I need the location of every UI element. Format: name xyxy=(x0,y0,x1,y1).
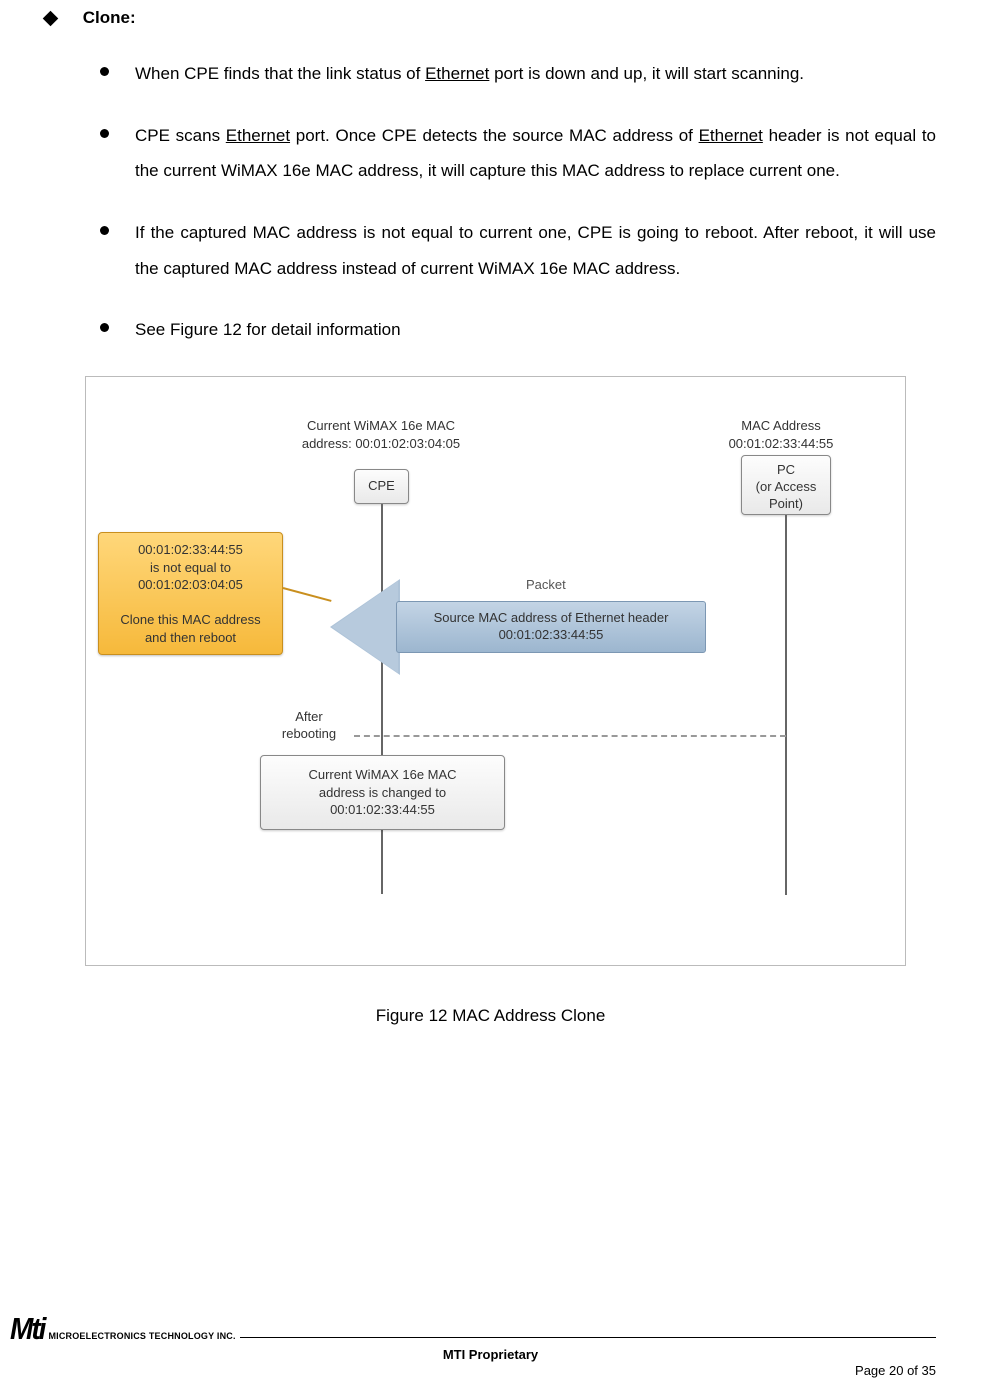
bullet-item: When CPE finds that the link status of E… xyxy=(45,56,936,92)
packet-label: Packet xyxy=(526,577,566,592)
result-mac-box: Current WiMAX 16e MAC address is changed… xyxy=(260,755,505,830)
bullet-item: If the captured MAC address is not equal… xyxy=(45,215,936,286)
after-reboot-label: After rebooting xyxy=(264,709,354,743)
cpe-box: CPE xyxy=(354,469,409,504)
figure-diagram: Current WiMAX 16e MAC address: 00:01:02:… xyxy=(85,376,906,966)
callout-connector xyxy=(283,587,332,602)
text: CPE scans xyxy=(135,126,226,145)
packet-arrow-body: Source MAC address of Ethernet header 00… xyxy=(396,601,706,653)
pc-lifeline xyxy=(785,515,787,895)
underline-text: Ethernet xyxy=(425,64,489,83)
text: See Figure 12 for detail information xyxy=(135,320,401,339)
pc-mac-label: MAC Address 00:01:02:33:44:55 xyxy=(681,417,881,452)
page-footer: Mti MICROELECTRONICS TECHNOLOGY INC. MTI… xyxy=(0,1313,981,1355)
section-title: Clone: xyxy=(83,8,136,27)
figure-caption: Figure 12 MAC Address Clone xyxy=(45,1006,936,1026)
packet-arrow-head-icon xyxy=(330,579,400,675)
footer-center: MTI Proprietary xyxy=(0,1347,981,1362)
cpe-mac-label: Current WiMAX 16e MAC address: 00:01:02:… xyxy=(266,417,496,452)
text: When CPE finds that the link status of xyxy=(135,64,425,83)
bullet-list: When CPE finds that the link status of E… xyxy=(45,56,936,348)
section-heading: Clone: xyxy=(45,8,936,28)
clone-note-callout: 00:01:02:33:44:55 is not equal to 00:01:… xyxy=(98,532,283,655)
underline-text: Ethernet xyxy=(226,126,290,145)
footer-page-number: Page 20 of 35 xyxy=(855,1363,936,1378)
company-logo: Mti MICROELECTRONICS TECHNOLOGY INC. xyxy=(10,1313,936,1345)
pc-box: PC (or Access Point) xyxy=(741,455,831,515)
logo-sub: MICROELECTRONICS TECHNOLOGY INC. xyxy=(48,1331,235,1345)
text: If the captured MAC address is not equal… xyxy=(135,223,936,278)
reboot-dashed-line xyxy=(354,735,786,737)
footer-rule xyxy=(240,1337,936,1338)
underline-text: Ethernet xyxy=(699,126,763,145)
logo-main: Mti xyxy=(10,1311,44,1346)
cpe-lifeline xyxy=(381,504,383,894)
diamond-bullet-icon xyxy=(43,11,59,27)
text: port. Once CPE detects the source MAC ad… xyxy=(290,126,699,145)
bullet-item: See Figure 12 for detail information xyxy=(45,312,936,348)
text: port is down and up, it will start scann… xyxy=(489,64,804,83)
bullet-item: CPE scans Ethernet port. Once CPE detect… xyxy=(45,118,936,189)
